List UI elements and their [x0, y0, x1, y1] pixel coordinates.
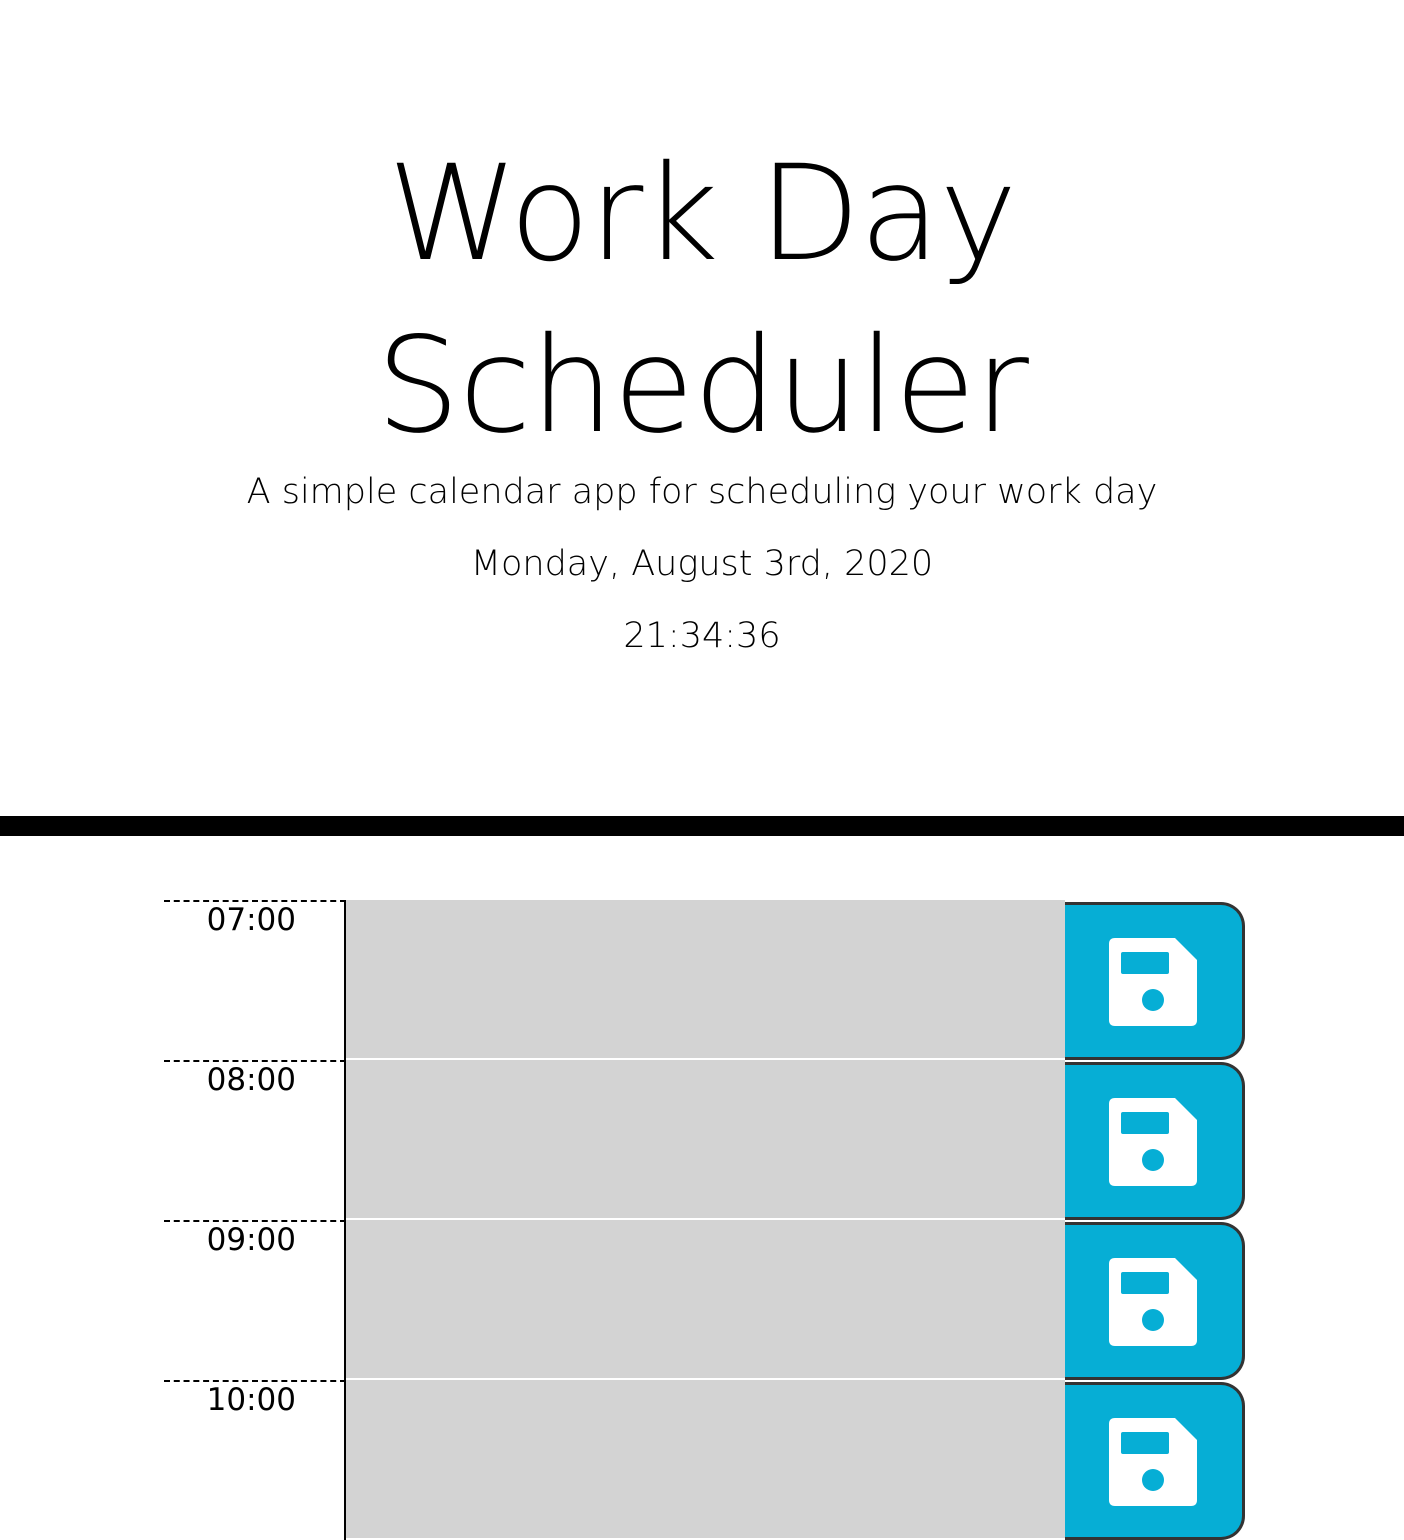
page-title-line2: Scheduler [376, 309, 1029, 463]
save-button[interactable] [1065, 902, 1245, 1060]
hour-label: 09:00 [206, 1222, 296, 1258]
hour-label: 07:00 [206, 902, 296, 938]
header: Work Day Scheduler A simple calendar app … [0, 0, 1404, 816]
save-icon [1109, 1098, 1197, 1186]
save-button[interactable] [1065, 1222, 1245, 1380]
current-date: Monday, August 3rd, 2020 [470, 544, 934, 584]
time-block: 07:00 [0, 900, 1404, 1060]
page-title: Work Day Scheduler [0, 128, 1404, 472]
current-time: 21:34:36 [623, 616, 781, 656]
time-block: 10:00 [0, 1380, 1404, 1540]
task-input[interactable] [346, 1060, 1065, 1220]
hour-label: 10:00 [206, 1382, 296, 1418]
hour-column: 09:00 [164, 1220, 346, 1380]
task-input[interactable] [346, 900, 1065, 1060]
header-divider [0, 816, 1404, 836]
time-block: 08:00 [0, 1060, 1404, 1220]
save-icon [1109, 938, 1197, 1026]
hour-column: 10:00 [164, 1380, 346, 1540]
task-input[interactable] [346, 1220, 1065, 1380]
hour-label: 08:00 [206, 1062, 296, 1098]
hour-column: 08:00 [164, 1060, 346, 1220]
time-block: 09:00 [0, 1220, 1404, 1380]
hour-column: 07:00 [164, 900, 346, 1060]
task-input[interactable] [346, 1380, 1065, 1540]
save-button[interactable] [1065, 1382, 1245, 1540]
page-subtitle: A simple calendar app for scheduling you… [246, 472, 1158, 512]
save-icon [1109, 1258, 1197, 1346]
save-button[interactable] [1065, 1062, 1245, 1220]
save-icon [1109, 1418, 1197, 1506]
page-title-line1: Work Day [387, 137, 1018, 291]
